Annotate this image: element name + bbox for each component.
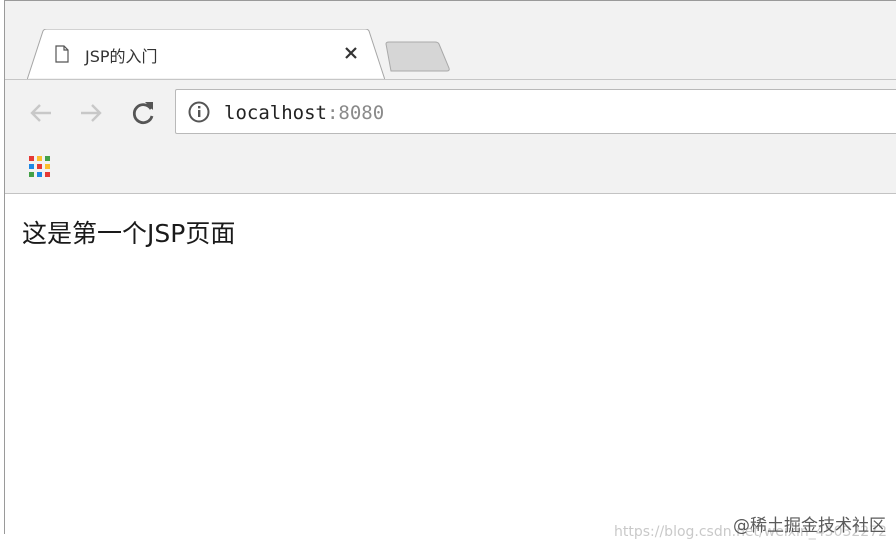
tab-shape: [27, 29, 385, 80]
apps-grid-dot: [45, 164, 50, 169]
arrow-right-icon[interactable]: [77, 99, 105, 127]
watermark-brand: @稀土掘金技术社区: [733, 516, 886, 536]
close-icon[interactable]: [339, 41, 363, 65]
info-icon[interactable]: [188, 101, 210, 127]
bookmarks-bar: [5, 149, 896, 194]
apps-grid-dot: [37, 164, 42, 169]
tab-strip: JSP的入门: [5, 1, 896, 80]
url-port: :8080: [326, 102, 385, 124]
apps-grid-dot: [37, 172, 42, 177]
toolbar: localhost:8080: [5, 79, 896, 150]
page-content: 这是第一个JSP页面: [5, 194, 896, 535]
browser-window: JSP的入门 localhost:8080 这是第一个JSP页面: [4, 0, 896, 535]
apps-grid-dot: [29, 156, 34, 161]
page-body-text: 这是第一个JSP页面: [22, 219, 236, 248]
arrow-left-icon[interactable]: [27, 99, 55, 127]
url-text[interactable]: localhost:8080: [224, 102, 384, 124]
apps-grid-icon[interactable]: [28, 155, 52, 183]
new-tab-button[interactable]: [385, 41, 453, 77]
tab-title: JSP的入门: [85, 47, 158, 66]
tab-active[interactable]: JSP的入门: [27, 29, 385, 80]
address-bar[interactable]: localhost:8080: [175, 89, 896, 134]
url-host: localhost: [224, 102, 327, 124]
apps-grid-dot: [37, 156, 42, 161]
apps-grid-dot: [29, 164, 34, 169]
reload-icon[interactable]: [129, 99, 157, 127]
apps-grid-dot: [45, 156, 50, 161]
document-icon: [55, 45, 69, 67]
apps-grid-dot: [29, 172, 34, 177]
apps-grid-dot: [45, 172, 50, 177]
